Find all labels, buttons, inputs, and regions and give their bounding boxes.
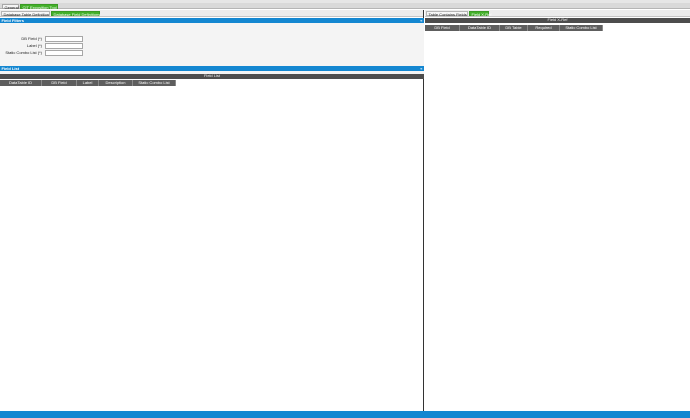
subtab-database-field-definitions[interactable]: Database Field Definitions — [51, 11, 100, 17]
right-panel: Table Contains Fields Field X-Ref Field … — [425, 10, 690, 411]
xref-grid-caption: Field X-Ref — [425, 17, 690, 23]
filter-row-db-field: DB Field (*) — [0, 36, 424, 42]
static-combo-list-label: Static Combo List (*) — [5, 50, 42, 55]
tab-general[interactable]: General — [2, 3, 19, 10]
status-bar — [0, 411, 690, 418]
db-field-input[interactable] — [45, 36, 83, 42]
main-tabstrip: General CIT Exposition Tool — [0, 3, 690, 10]
label-input[interactable] — [45, 43, 83, 49]
subtab-database-table-definition[interactable]: Database Table Definition — [1, 11, 50, 17]
field-list-grid-caption: Field List — [0, 73, 424, 79]
static-combo-list-input[interactable] — [45, 50, 83, 56]
left-panel: Database Table Definition Database Field… — [0, 10, 424, 411]
column-header-db-field[interactable]: DB Field — [425, 25, 460, 31]
column-header-datatable-id[interactable]: DataTable ID — [460, 25, 500, 31]
field-list-header: Field List « — [0, 66, 424, 71]
filter-row-label: Label (*) — [0, 43, 424, 49]
subtab-table-contains-fields[interactable]: Table Contains Fields — [426, 11, 468, 17]
left-subtabs: Database Table Definition Database Field… — [0, 10, 423, 17]
filter-row-static-combo-list: Static Combo List (*) — [0, 50, 424, 56]
column-header-description[interactable]: Description — [99, 80, 133, 86]
subtab-field-x-ref[interactable]: Field X-Ref — [469, 11, 492, 17]
label-field-label: Label (*) — [26, 43, 42, 48]
field-list-grid-header: DataTable ID DB Field Label Description … — [0, 80, 176, 86]
field-list-title: Field List — [1, 66, 20, 71]
column-header-db-table[interactable]: DB Table — [500, 25, 528, 31]
column-header-db-field[interactable]: DB Field — [42, 80, 77, 86]
column-header-static-combo-list[interactable]: Static Combo List — [133, 80, 176, 86]
tab-cit-exposition-tool[interactable]: CIT Exposition Tool — [20, 3, 58, 10]
db-field-label: DB Field (*) — [21, 36, 42, 41]
field-list-collapse-button[interactable]: « — [420, 66, 422, 71]
column-header-datatable-id[interactable]: DataTable ID — [0, 80, 42, 86]
xref-grid-header: DB Field DataTable ID DB Table Required … — [425, 25, 603, 31]
column-header-label[interactable]: Label — [77, 80, 99, 86]
right-subtabs: Table Contains Fields Field X-Ref — [425, 10, 690, 17]
column-header-required[interactable]: Required — [528, 25, 560, 31]
column-header-static-combo-list[interactable]: Static Combo List — [560, 25, 603, 31]
